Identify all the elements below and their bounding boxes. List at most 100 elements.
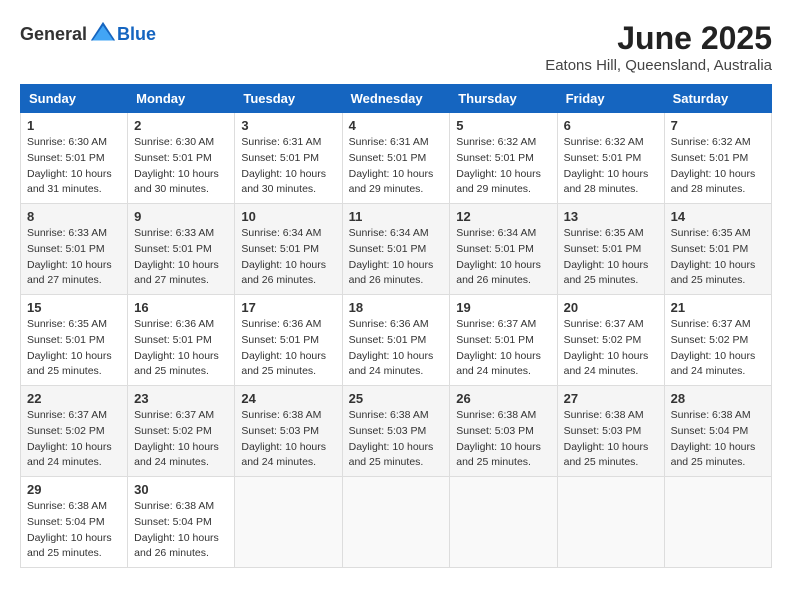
day-number: 23 [134, 391, 228, 406]
day-info: Sunrise: 6:30 AMSunset: 5:01 PMDaylight:… [27, 135, 121, 198]
calendar-cell: 19 Sunrise: 6:37 AMSunset: 5:01 PMDayligh… [450, 295, 557, 386]
calendar-cell: 4 Sunrise: 6:31 AMSunset: 5:01 PMDaylight… [342, 113, 450, 204]
day-number: 27 [564, 391, 658, 406]
calendar-week-row: 15 Sunrise: 6:35 AMSunset: 5:01 PMDayligh… [21, 295, 772, 386]
day-info: Sunrise: 6:34 AMSunset: 5:01 PMDaylight:… [349, 226, 444, 289]
day-info: Sunrise: 6:31 AMSunset: 5:01 PMDaylight:… [349, 135, 444, 198]
calendar-day-header: Wednesday [342, 85, 450, 113]
day-info: Sunrise: 6:36 AMSunset: 5:01 PMDaylight:… [241, 317, 335, 380]
calendar-cell: 23 Sunrise: 6:37 AMSunset: 5:02 PMDayligh… [128, 386, 235, 477]
day-number: 8 [27, 209, 121, 224]
day-number: 9 [134, 209, 228, 224]
title-area: June 2025 Eatons Hill, Queensland, Austr… [545, 20, 772, 74]
location-title: Eatons Hill, Queensland, Australia [545, 57, 772, 74]
calendar-cell: 8 Sunrise: 6:33 AMSunset: 5:01 PMDaylight… [21, 204, 128, 295]
day-number: 22 [27, 391, 121, 406]
day-number: 1 [27, 118, 121, 133]
calendar-cell: 3Sunrise: 6:31 AMSunset: 5:01 PMDaylight… [235, 113, 342, 204]
calendar-cell: 18 Sunrise: 6:36 AMSunset: 5:01 PMDayligh… [342, 295, 450, 386]
day-info: Sunrise: 6:34 AMSunset: 5:01 PMDaylight:… [241, 226, 335, 289]
calendar-table: SundayMondayTuesdayWednesdayThursdayFrid… [20, 84, 772, 568]
day-number: 19 [456, 300, 550, 315]
calendar-cell: 6 Sunrise: 6:32 AMSunset: 5:01 PMDaylight… [557, 113, 664, 204]
calendar-cell: 30 Sunrise: 6:38 AMSunset: 5:04 PMDayligh… [128, 477, 235, 568]
calendar-cell [664, 477, 771, 568]
day-info: Sunrise: 6:38 AMSunset: 5:03 PMDaylight:… [564, 408, 658, 471]
day-info: Sunrise: 6:38 AMSunset: 5:04 PMDaylight:… [27, 499, 121, 562]
day-info: Sunrise: 6:30 AMSunset: 5:01 PMDaylight:… [134, 135, 228, 198]
calendar-cell [557, 477, 664, 568]
calendar-cell: 21Sunrise: 6:37 AMSunset: 5:02 PMDayligh… [664, 295, 771, 386]
day-number: 4 [349, 118, 444, 133]
calendar-cell: 10 Sunrise: 6:34 AMSunset: 5:01 PMDayligh… [235, 204, 342, 295]
logo-icon [89, 20, 117, 48]
calendar-day-header: Friday [557, 85, 664, 113]
day-info: Sunrise: 6:35 AMSunset: 5:01 PMDaylight:… [564, 226, 658, 289]
day-number: 14 [671, 209, 765, 224]
day-number: 2 [134, 118, 228, 133]
day-info: Sunrise: 6:37 AMSunset: 5:02 PMDaylight:… [27, 408, 121, 471]
logo-blue: Blue [117, 24, 156, 45]
calendar-cell: 28Sunrise: 6:38 AMSunset: 5:04 PMDayligh… [664, 386, 771, 477]
day-number: 30 [134, 482, 228, 497]
day-info: Sunrise: 6:37 AMSunset: 5:01 PMDaylight:… [456, 317, 550, 380]
day-number: 25 [349, 391, 444, 406]
day-info: Sunrise: 6:33 AMSunset: 5:01 PMDaylight:… [134, 226, 228, 289]
day-info: Sunrise: 6:31 AMSunset: 5:01 PMDaylight:… [241, 135, 335, 198]
day-number: 5 [456, 118, 550, 133]
day-info: Sunrise: 6:38 AMSunset: 5:04 PMDaylight:… [671, 408, 765, 471]
calendar-cell: 9 Sunrise: 6:33 AMSunset: 5:01 PMDaylight… [128, 204, 235, 295]
calendar-cell: 22 Sunrise: 6:37 AMSunset: 5:02 PMDayligh… [21, 386, 128, 477]
calendar-cell [342, 477, 450, 568]
day-info: Sunrise: 6:37 AMSunset: 5:02 PMDaylight:… [564, 317, 658, 380]
day-info: Sunrise: 6:33 AMSunset: 5:01 PMDaylight:… [27, 226, 121, 289]
day-info: Sunrise: 6:35 AMSunset: 5:01 PMDaylight:… [671, 226, 765, 289]
calendar-cell: 5 Sunrise: 6:32 AMSunset: 5:01 PMDaylight… [450, 113, 557, 204]
day-info: Sunrise: 6:38 AMSunset: 5:03 PMDaylight:… [456, 408, 550, 471]
day-number: 10 [241, 209, 335, 224]
calendar-cell: 1 Sunrise: 6:30 AMSunset: 5:01 PMDaylight… [21, 113, 128, 204]
calendar-cell: 12Sunrise: 6:34 AMSunset: 5:01 PMDayligh… [450, 204, 557, 295]
calendar-cell: 11Sunrise: 6:34 AMSunset: 5:01 PMDayligh… [342, 204, 450, 295]
calendar-cell [450, 477, 557, 568]
day-number: 20 [564, 300, 658, 315]
calendar-cell: 25Sunrise: 6:38 AMSunset: 5:03 PMDayligh… [342, 386, 450, 477]
day-info: Sunrise: 6:36 AMSunset: 5:01 PMDaylight:… [134, 317, 228, 380]
calendar-week-row: 22 Sunrise: 6:37 AMSunset: 5:02 PMDayligh… [21, 386, 772, 477]
day-info: Sunrise: 6:37 AMSunset: 5:02 PMDaylight:… [134, 408, 228, 471]
day-info: Sunrise: 6:32 AMSunset: 5:01 PMDaylight:… [456, 135, 550, 198]
calendar-cell: 14 Sunrise: 6:35 AMSunset: 5:01 PMDayligh… [664, 204, 771, 295]
calendar-day-header: Sunday [21, 85, 128, 113]
page-header: General Blue June 2025 Eatons Hill, Quee… [20, 20, 772, 74]
day-number: 29 [27, 482, 121, 497]
calendar-day-header: Saturday [664, 85, 771, 113]
day-number: 24 [241, 391, 335, 406]
day-info: Sunrise: 6:32 AMSunset: 5:01 PMDaylight:… [564, 135, 658, 198]
day-number: 26 [456, 391, 550, 406]
calendar-cell: 26 Sunrise: 6:38 AMSunset: 5:03 PMDayligh… [450, 386, 557, 477]
calendar-header-row: SundayMondayTuesdayWednesdayThursdayFrid… [21, 85, 772, 113]
logo: General Blue [20, 20, 156, 48]
day-number: 13 [564, 209, 658, 224]
calendar-cell: 16Sunrise: 6:36 AMSunset: 5:01 PMDayligh… [128, 295, 235, 386]
day-number: 6 [564, 118, 658, 133]
calendar-day-header: Monday [128, 85, 235, 113]
day-info: Sunrise: 6:32 AMSunset: 5:01 PMDaylight:… [671, 135, 765, 198]
calendar-cell: 24 Sunrise: 6:38 AMSunset: 5:03 PMDayligh… [235, 386, 342, 477]
calendar-cell: 29 Sunrise: 6:38 AMSunset: 5:04 PMDayligh… [21, 477, 128, 568]
calendar-cell: 2 Sunrise: 6:30 AMSunset: 5:01 PMDaylight… [128, 113, 235, 204]
day-info: Sunrise: 6:38 AMSunset: 5:04 PMDaylight:… [134, 499, 228, 562]
day-number: 15 [27, 300, 121, 315]
calendar-day-header: Thursday [450, 85, 557, 113]
day-info: Sunrise: 6:35 AMSunset: 5:01 PMDaylight:… [27, 317, 121, 380]
day-number: 7 [671, 118, 765, 133]
calendar-cell: 7 Sunrise: 6:32 AMSunset: 5:01 PMDaylight… [664, 113, 771, 204]
day-info: Sunrise: 6:38 AMSunset: 5:03 PMDaylight:… [241, 408, 335, 471]
calendar-week-row: 29 Sunrise: 6:38 AMSunset: 5:04 PMDayligh… [21, 477, 772, 568]
day-info: Sunrise: 6:36 AMSunset: 5:01 PMDaylight:… [349, 317, 444, 380]
day-number: 18 [349, 300, 444, 315]
calendar-week-row: 8 Sunrise: 6:33 AMSunset: 5:01 PMDaylight… [21, 204, 772, 295]
calendar-cell: 20 Sunrise: 6:37 AMSunset: 5:02 PMDayligh… [557, 295, 664, 386]
calendar-cell: 17Sunrise: 6:36 AMSunset: 5:01 PMDayligh… [235, 295, 342, 386]
month-title: June 2025 [545, 20, 772, 57]
